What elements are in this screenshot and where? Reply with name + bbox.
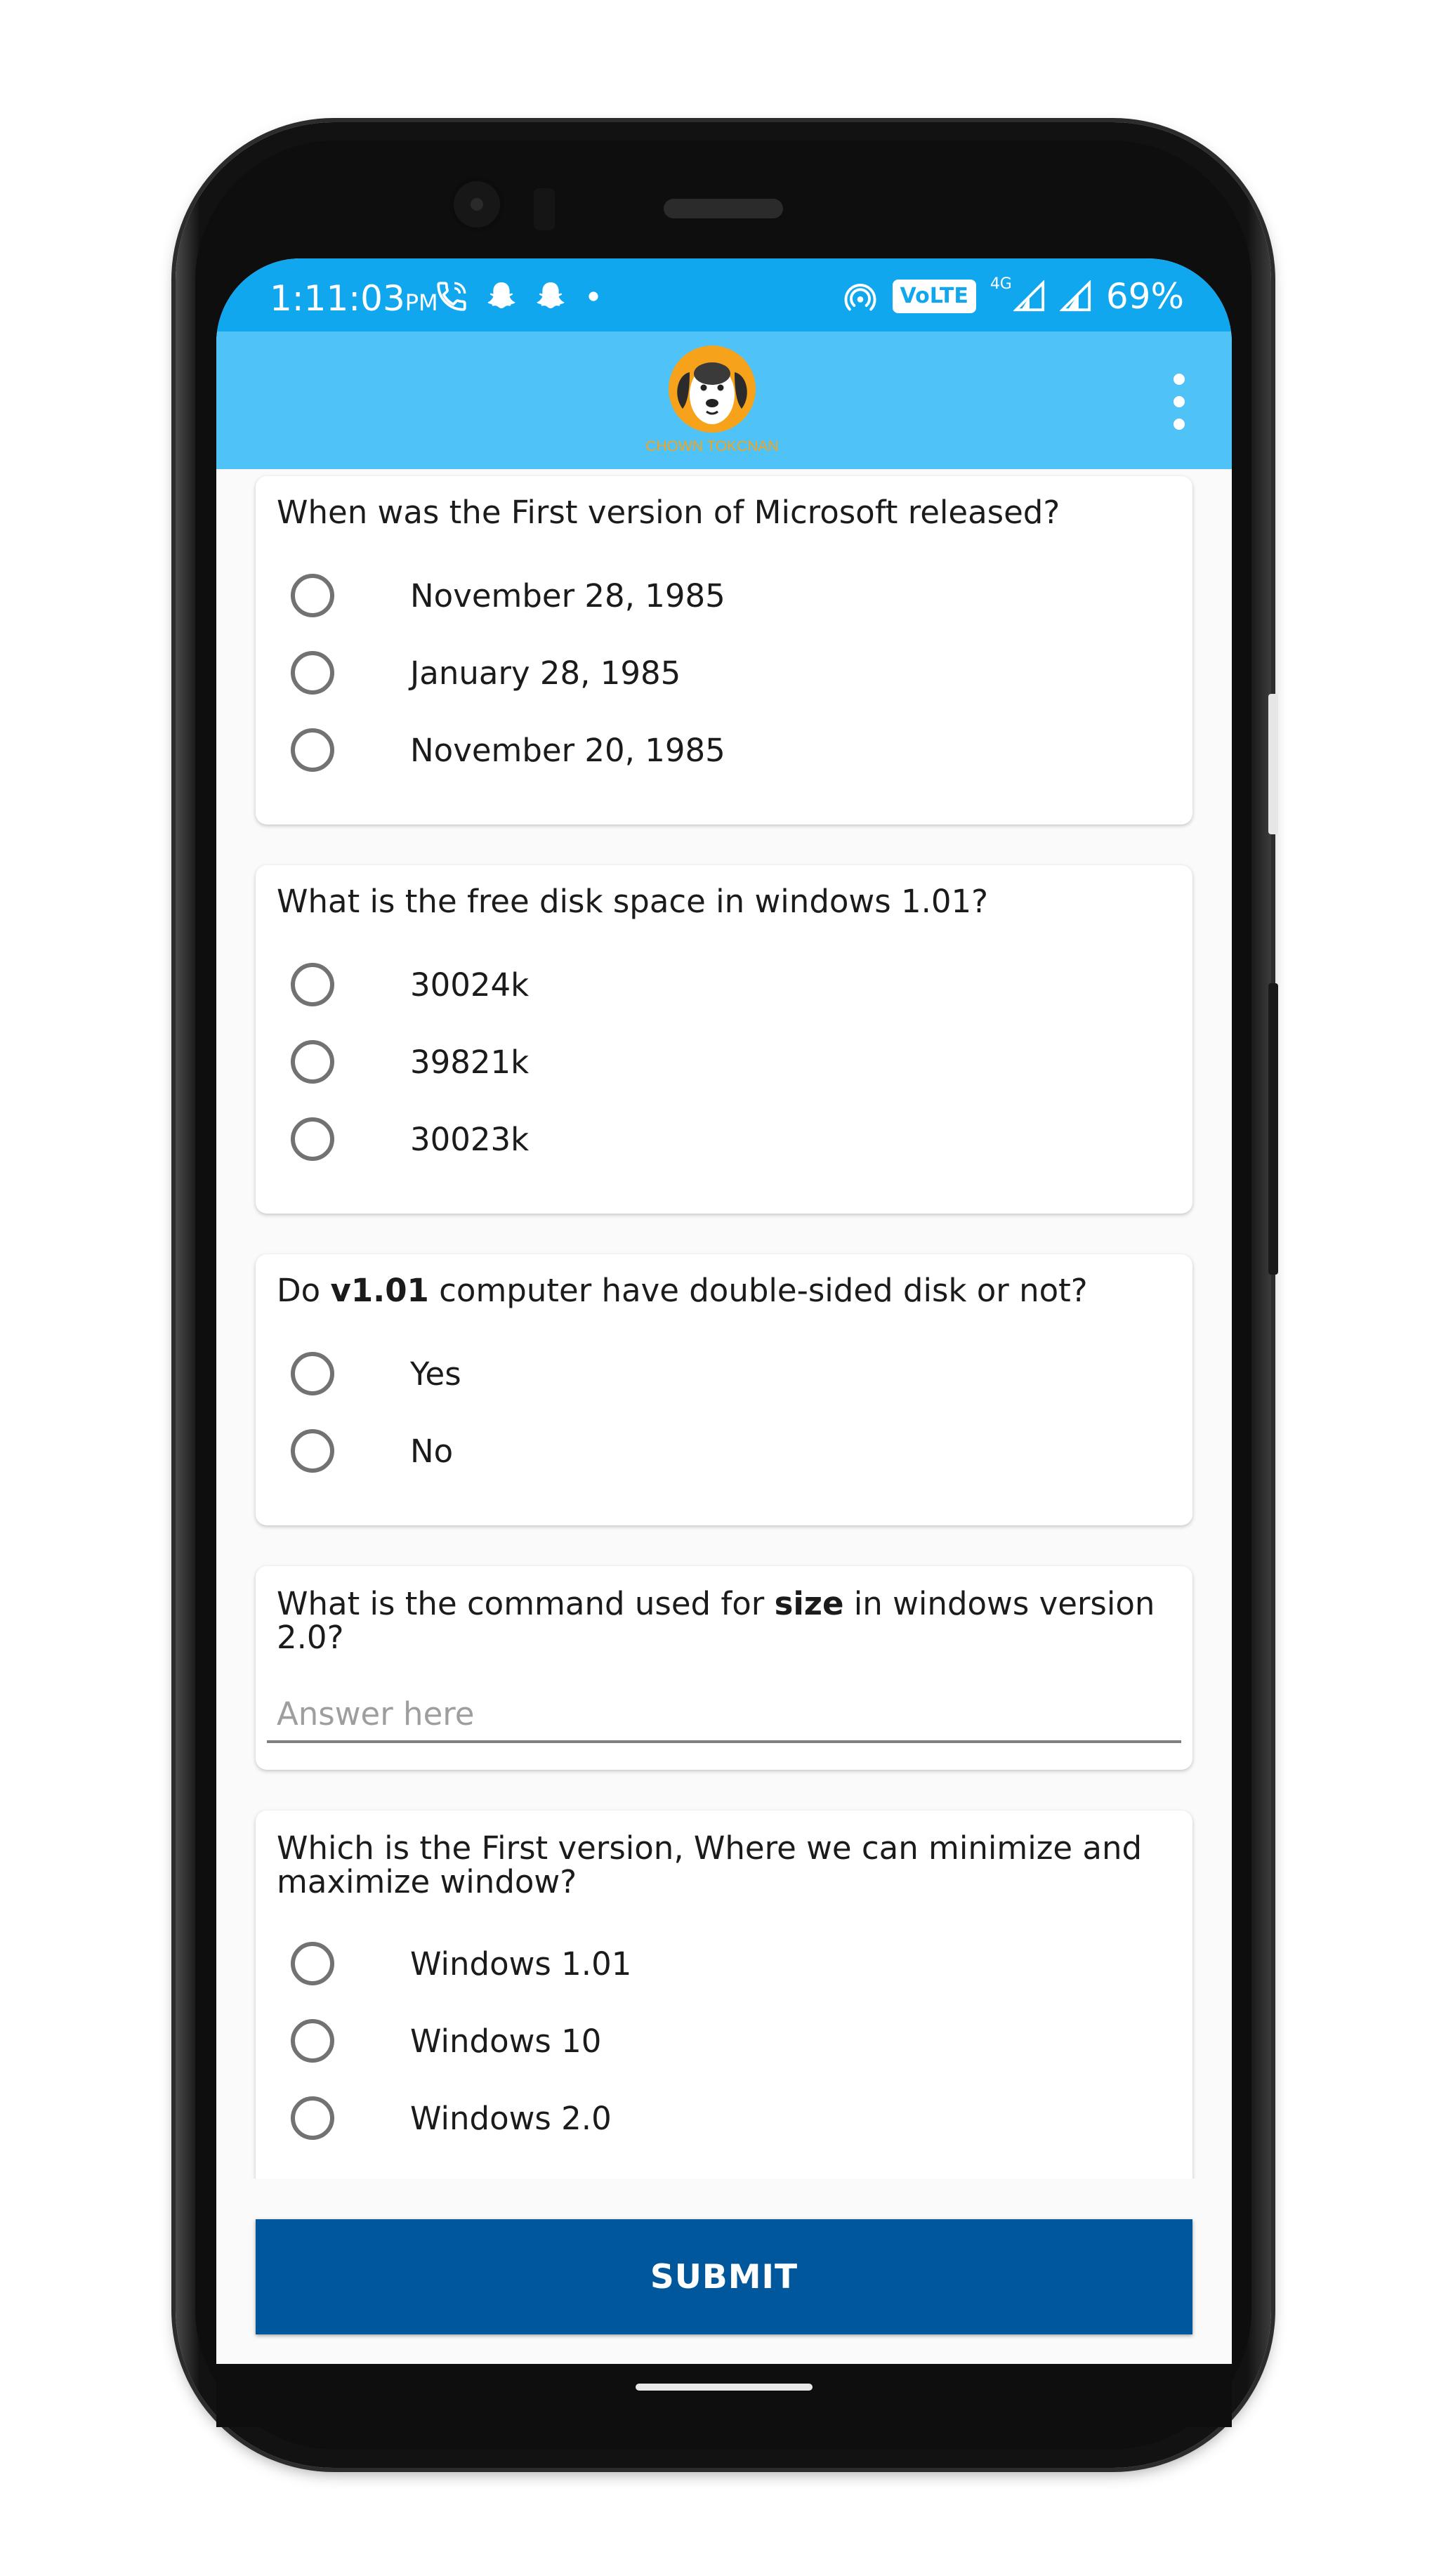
quiz-form[interactable]: When was the First version of Microsoft …	[216, 469, 1232, 2179]
question-text-part: What is the command used for	[277, 1585, 775, 1622]
volume-button	[1268, 983, 1278, 1275]
option-radio[interactable]: 30023k	[291, 1111, 529, 1167]
volte-badge: VoLTE	[892, 280, 976, 313]
logo-text: CHOWN TOKCNAN	[645, 438, 778, 454]
answer-input[interactable]	[267, 1687, 1181, 1743]
snapchat-icon	[537, 282, 565, 308]
option-radio[interactable]: No	[291, 1423, 453, 1479]
question-card-2: What is the free disk space in windows 1…	[256, 865, 1192, 1214]
question-card-1: When was the First version of Microsoft …	[256, 476, 1192, 824]
question-text-bold: size	[774, 1585, 844, 1622]
question-card-5: Which is the First version, Where we can…	[256, 1811, 1192, 2179]
dot-icon	[589, 291, 598, 301]
hotspot-icon	[843, 283, 876, 311]
option-label: 39821k	[410, 1043, 530, 1081]
option-label: November 28, 1985	[410, 577, 725, 615]
radio-button[interactable]	[291, 574, 334, 617]
option-label: No	[410, 1432, 454, 1470]
option-radio[interactable]: 30024k	[291, 957, 529, 1013]
question-text: What is the free disk space in windows 1…	[277, 883, 989, 920]
menu-dot	[1174, 419, 1185, 430]
radio-button[interactable]	[291, 1117, 334, 1161]
network-type: 4G	[990, 275, 1012, 293]
battery-level: 69%	[1105, 276, 1184, 317]
front-camera	[449, 177, 504, 232]
menu-dot	[1174, 374, 1185, 385]
question-text: What is the command used for size in win…	[277, 1587, 1164, 1655]
status-time: 1:11:03PM	[270, 278, 438, 319]
earpiece-speaker	[664, 199, 783, 218]
signal-icon	[1059, 280, 1091, 312]
option-radio[interactable]: Windows 2.0	[291, 2090, 612, 2146]
question-text: When was the First version of Microsoft …	[277, 494, 1060, 531]
question-text: Which is the First version, Where we can…	[277, 1829, 1143, 1900]
option-label: Yes	[410, 1355, 461, 1393]
option-label: January 28, 1985	[410, 654, 681, 692]
power-button	[1268, 694, 1278, 834]
radio-button[interactable]	[291, 1352, 334, 1395]
option-radio[interactable]: November 20, 1985	[291, 722, 725, 778]
option-label: November 20, 1985	[410, 731, 725, 769]
app-bar: CHOWN TOKCNAN	[216, 331, 1232, 469]
snapchat-icon	[487, 282, 515, 308]
radio-button[interactable]	[291, 728, 334, 772]
radio-button[interactable]	[291, 2096, 334, 2140]
submit-button[interactable]: SUBMIT	[256, 2219, 1192, 2334]
home-gesture-pill[interactable]	[636, 2384, 813, 2391]
radio-button[interactable]	[291, 1942, 334, 1985]
dog-face-icon: CHOWN TOKCNAN	[645, 346, 779, 454]
radio-button[interactable]	[291, 651, 334, 695]
question-text-bold: v1.01	[330, 1272, 429, 1309]
option-radio[interactable]: November 28, 1985	[291, 567, 725, 624]
radio-button[interactable]	[291, 2019, 334, 2063]
system-icons: VoLTE 4G 69%	[842, 275, 1184, 317]
option-radio[interactable]: Windows 10	[291, 2013, 601, 2069]
screen: 1:11:03PM VoLTE 4G 69% CHOWN TOKCNAN Whe…	[216, 258, 1232, 2364]
option-label: Windows 2.0	[410, 2099, 612, 2137]
option-radio[interactable]: January 28, 1985	[291, 645, 681, 701]
notification-icons	[434, 275, 604, 317]
option-radio[interactable]: Windows 1.01	[291, 1936, 631, 1992]
radio-button[interactable]	[291, 1040, 334, 1084]
radio-button[interactable]	[291, 1429, 334, 1473]
question-card-4: What is the command used for size in win…	[256, 1566, 1192, 1770]
signal-icon	[1013, 280, 1044, 312]
wifi-calling-icon	[437, 282, 466, 311]
option-label: 30024k	[410, 966, 530, 1004]
question-text: Do v1.01 computer have double-sided disk…	[277, 1274, 1164, 1308]
proximity-sensor	[534, 188, 555, 230]
question-text-part: Do	[277, 1272, 331, 1309]
navigation-bar	[216, 2364, 1232, 2427]
question-text-part: computer have double-sided disk or not?	[428, 1272, 1088, 1309]
ampm-text: PM	[405, 289, 438, 316]
status-bar: 1:11:03PM VoLTE 4G 69%	[216, 258, 1232, 331]
submit-bar: SUBMIT	[216, 2179, 1232, 2364]
question-card-3: Do v1.01 computer have double-sided disk…	[256, 1254, 1192, 1525]
clock-text: 1:11:03	[270, 278, 405, 319]
menu-dot	[1174, 396, 1185, 407]
option-radio[interactable]: Yes	[291, 1346, 461, 1402]
option-label: 30023k	[410, 1120, 530, 1158]
option-radio[interactable]: 39821k	[291, 1034, 529, 1090]
option-label: Windows 10	[410, 2022, 602, 2060]
radio-button[interactable]	[291, 963, 334, 1006]
more-vert-icon[interactable]	[1169, 374, 1190, 430]
option-label: Windows 1.01	[410, 1945, 632, 1983]
